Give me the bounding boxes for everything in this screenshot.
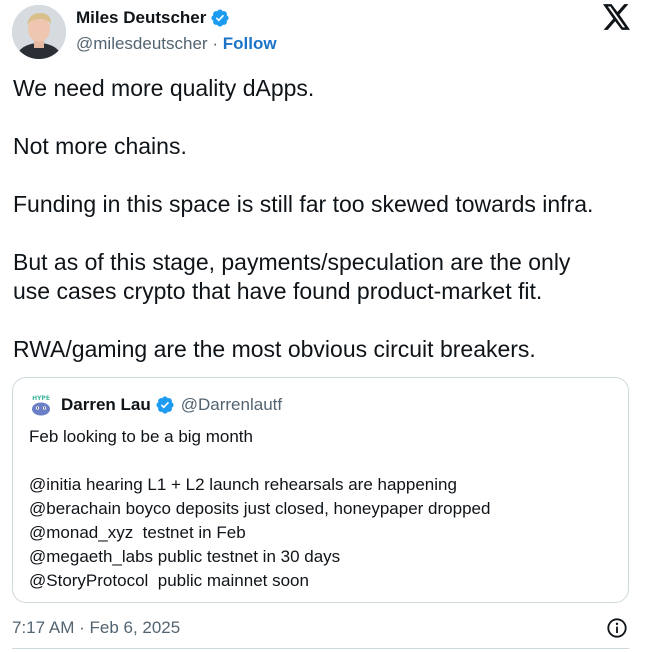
quoted-line: @StoryProtocol public mainnet soon xyxy=(29,571,309,590)
tweet-paragraph: Funding in this space is still far too s… xyxy=(13,191,594,217)
x-logo-icon[interactable] xyxy=(603,4,631,30)
hype-avatar-icon: HYPE xyxy=(29,393,53,417)
quoted-line: @initia hearing L1 + L2 launch rehearsal… xyxy=(29,475,457,494)
tweet-embed: Miles Deutscher @milesdeutscher · Follow… xyxy=(0,0,649,652)
follow-button[interactable]: Follow xyxy=(223,34,277,53)
footer-divider xyxy=(12,648,629,649)
quoted-author-handle[interactable]: @Darrenlautf xyxy=(181,395,282,415)
tweet-paragraph: Not more chains. xyxy=(13,133,187,159)
svg-text:HYPE: HYPE xyxy=(32,395,50,402)
quoted-line: @megaeth_labs public testnet in 30 days xyxy=(29,547,341,566)
author-name[interactable]: Miles Deutscher xyxy=(76,7,206,29)
verified-badge-icon xyxy=(211,9,229,27)
quoted-author-avatar[interactable]: HYPE xyxy=(29,393,53,417)
info-icon[interactable] xyxy=(606,617,628,639)
author-avatar[interactable] xyxy=(12,5,66,59)
author-handle-row: @milesdeutscher · Follow xyxy=(76,33,277,55)
quoted-line: Feb looking to be a big month xyxy=(29,427,253,446)
author-handle[interactable]: @milesdeutscher xyxy=(76,34,208,53)
avatar-portrait-icon xyxy=(12,5,66,59)
quoted-tweet-header: HYPE Darren Lau @Darrenlautf xyxy=(29,393,282,417)
tweet-text: We need more quality dApps. Not more cha… xyxy=(13,74,633,364)
author-name-row: Miles Deutscher xyxy=(76,7,230,29)
tweet-paragraph: But as of this stage, payments/speculati… xyxy=(13,249,571,304)
quoted-line: @monad_xyz testnet in Feb xyxy=(29,523,246,542)
tweet-paragraph: We need more quality dApps. xyxy=(13,75,315,101)
quoted-tweet-text: Feb looking to be a big month @initia he… xyxy=(29,425,619,593)
quoted-tweet-card[interactable]: HYPE Darren Lau @Darrenlautf Feb looking… xyxy=(12,377,629,603)
tweet-paragraph: RWA/gaming are the most obvious circuit … xyxy=(13,336,536,362)
tweet-timestamp[interactable]: 7:17 AM · Feb 6, 2025 xyxy=(12,617,180,639)
quoted-author-name[interactable]: Darren Lau xyxy=(61,395,151,415)
verified-badge-icon xyxy=(156,396,174,414)
quoted-line xyxy=(29,449,619,473)
quoted-line: @berachain boyco deposits just closed, h… xyxy=(29,499,491,518)
handle-separator: · xyxy=(212,34,218,53)
